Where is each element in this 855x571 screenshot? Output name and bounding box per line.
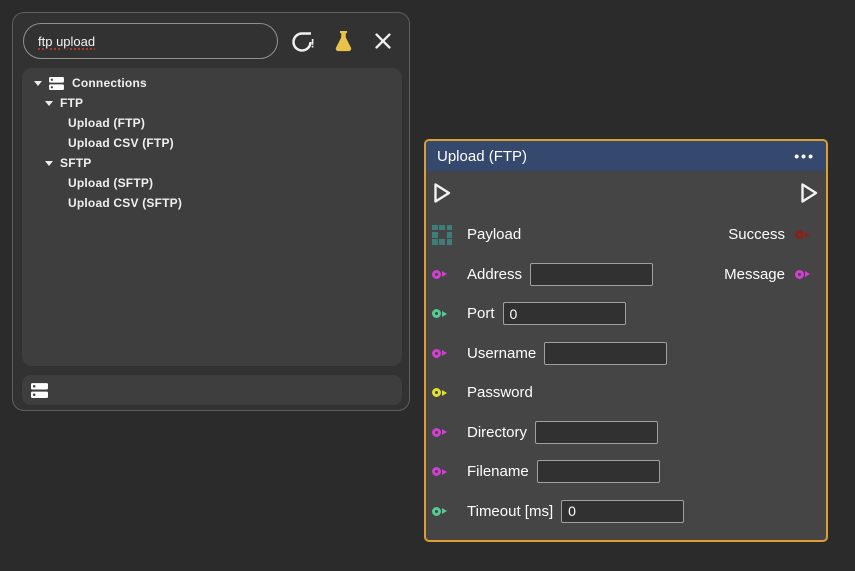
port-ring — [432, 467, 441, 476]
port-arrow-icon — [442, 508, 447, 514]
flow-out-port[interactable] — [800, 182, 819, 204]
grid-icon — [432, 225, 452, 245]
input-port-port[interactable] — [432, 309, 454, 318]
palette-tree: Connections FTP Upload (FTP) Upload CSV … — [22, 68, 402, 366]
tree-item-sftp[interactable]: SFTP — [22, 153, 402, 173]
tree-item-connections[interactable]: Connections — [22, 73, 402, 93]
output-label-success: Success — [728, 226, 785, 243]
node-menu-button[interactable]: ••• — [794, 149, 815, 163]
chevron-down-icon[interactable] — [45, 161, 53, 166]
input-label-address: Address — [467, 266, 522, 283]
username-field[interactable] — [544, 342, 667, 365]
port-arrow-icon — [442, 350, 447, 356]
tree-item-label: Upload CSV (FTP) — [68, 136, 174, 150]
filename-field[interactable] — [537, 460, 660, 483]
input-label-payload: Payload — [467, 226, 521, 243]
port-arrow-icon — [442, 311, 447, 317]
palette-toolbar: ! — [287, 25, 399, 57]
tree-item-ftp[interactable]: FTP — [22, 93, 402, 113]
palette-footer-bar[interactable] — [22, 375, 402, 405]
port-ring — [432, 388, 441, 397]
input-port-filename[interactable] — [432, 467, 454, 476]
tree-item-label: Upload CSV (SFTP) — [68, 196, 182, 210]
node-row-address: Address Message — [426, 255, 826, 295]
server-icon — [31, 383, 48, 398]
port-arrow-icon — [442, 271, 447, 277]
port-ring — [432, 309, 441, 318]
input-label-filename: Filename — [467, 463, 529, 480]
node-row-payload: Payload Success — [426, 215, 826, 255]
node-palette-panel: ftp upload ! — [12, 12, 410, 411]
node-row-timeout: Timeout [ms] — [426, 492, 826, 532]
input-label-directory: Directory — [467, 424, 527, 441]
output-success: Success — [728, 226, 817, 243]
search-input[interactable]: ftp upload — [23, 23, 278, 59]
output-port-success[interactable] — [795, 230, 817, 239]
port-ring — [432, 270, 441, 279]
close-icon — [372, 30, 394, 52]
node-row-filename: Filename — [426, 452, 826, 492]
output-message: Message — [724, 266, 817, 283]
port-ring — [432, 507, 441, 516]
input-port-username[interactable] — [432, 349, 454, 358]
input-label-password: Password — [467, 384, 533, 401]
input-port-timeout[interactable] — [432, 507, 454, 516]
tree-item-label: Upload (FTP) — [68, 116, 145, 130]
output-label-message: Message — [724, 266, 785, 283]
node-upload-ftp[interactable]: Upload (FTP) ••• Payload Success — [424, 139, 828, 542]
timeout-field[interactable] — [561, 500, 684, 523]
search-text: ftp upload — [38, 34, 95, 49]
node-flow-row — [426, 171, 826, 215]
server-icon — [49, 77, 64, 90]
port-ring — [795, 230, 804, 239]
node-row-directory: Directory — [426, 413, 826, 453]
port-ring — [432, 428, 441, 437]
port-field[interactable] — [503, 302, 626, 325]
input-port-address[interactable] — [432, 270, 454, 279]
close-button[interactable] — [367, 25, 399, 57]
refresh-alert-icon: ! — [290, 28, 316, 54]
refresh-button[interactable]: ! — [287, 25, 319, 57]
input-label-username: Username — [467, 345, 536, 362]
tree-item-upload-sftp[interactable]: Upload (SFTP) — [22, 173, 402, 193]
flow-in-port[interactable] — [433, 182, 452, 204]
node-editor-canvas[interactable]: ftp upload ! — [0, 0, 855, 571]
payload-grid-port-icon[interactable] — [432, 225, 454, 245]
port-ring — [432, 349, 441, 358]
address-field[interactable] — [530, 263, 653, 286]
palette-search-row: ftp upload ! — [13, 13, 409, 59]
chevron-down-icon[interactable] — [34, 81, 42, 86]
port-arrow-icon — [442, 469, 447, 475]
input-port-password[interactable] — [432, 388, 454, 397]
tree-item-label: FTP — [60, 96, 83, 110]
tree-item-upload-csv-sftp[interactable]: Upload CSV (SFTP) — [22, 193, 402, 213]
input-label-port: Port — [467, 305, 495, 322]
chevron-down-icon[interactable] — [45, 101, 53, 106]
node-row-password: Password — [426, 373, 826, 413]
port-arrow-icon — [442, 429, 447, 435]
tree-item-upload-csv-ftp[interactable]: Upload CSV (FTP) — [22, 133, 402, 153]
input-port-directory[interactable] — [432, 428, 454, 437]
input-label-timeout: Timeout [ms] — [467, 503, 553, 520]
tree-item-label: Upload (SFTP) — [68, 176, 153, 190]
flask-icon — [332, 29, 355, 54]
tree-item-label: Connections — [72, 76, 147, 90]
port-ring — [795, 270, 804, 279]
node-title: Upload (FTP) — [437, 148, 527, 165]
node-title-bar[interactable]: Upload (FTP) ••• — [426, 141, 826, 171]
output-port-message[interactable] — [795, 270, 817, 279]
tree-item-label: SFTP — [60, 156, 91, 170]
directory-field[interactable] — [535, 421, 658, 444]
tree-item-upload-ftp[interactable]: Upload (FTP) — [22, 113, 402, 133]
node-row-port: Port — [426, 294, 826, 334]
node-row-username: Username — [426, 334, 826, 374]
filter-flask-button[interactable] — [327, 25, 359, 57]
port-arrow-icon — [805, 271, 810, 277]
port-arrow-icon — [442, 390, 447, 396]
svg-text:!: ! — [311, 37, 315, 51]
port-arrow-icon — [805, 232, 810, 238]
